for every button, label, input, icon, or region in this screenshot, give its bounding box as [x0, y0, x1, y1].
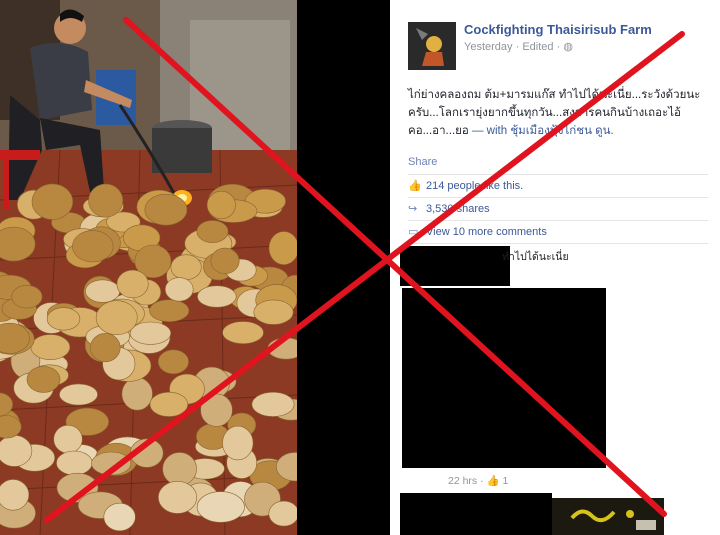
meta-separator: · — [515, 41, 520, 53]
share-arrow-icon: ↪ — [408, 203, 418, 215]
redacted-next-comment — [400, 493, 552, 535]
share-link[interactable]: Share — [408, 156, 437, 168]
post-photo[interactable] — [0, 0, 297, 535]
comment-meta: 22 hrs · 👍 1 — [448, 475, 509, 487]
roasted-chickens — [0, 183, 297, 532]
globe-icon: ◍ — [563, 41, 573, 53]
comment-like-count: 1 — [502, 475, 509, 487]
post-time[interactable]: Yesterday — [464, 41, 513, 53]
post-meta: Yesterday · Edited · ◍ — [464, 40, 573, 53]
shares-count[interactable]: 3,530 shares — [426, 203, 490, 215]
edited-label[interactable]: Edited — [522, 41, 553, 53]
comment-time[interactable]: 22 hrs — [448, 475, 477, 487]
meta-separator-2: · — [556, 41, 561, 53]
likes-row[interactable]: 👍 214 people like this. — [408, 177, 708, 195]
divider — [408, 174, 708, 175]
redacted-comment-image — [402, 288, 606, 468]
likes-count[interactable]: 214 people like this. — [426, 180, 523, 192]
thumbs-up-icon: 👍 — [408, 180, 422, 192]
black-band — [297, 0, 390, 535]
comment-text: ทำไปได้นะเนี่ย — [502, 251, 569, 263]
view-more-comments-link[interactable]: View 10 more comments — [426, 226, 547, 238]
divider — [408, 243, 708, 244]
page-name-link[interactable]: Cockfighting Thaisirisub Farm — [464, 22, 652, 37]
post-text: ไก่ย่างคลองถม ต้ม+มารมแก๊ส ทำไปได้นะเนี่… — [408, 86, 708, 140]
tagged-link[interactable]: ชุ้มเมืองฟุ้งไก่ชน ดูน. — [510, 125, 613, 137]
next-comment-image — [552, 498, 664, 535]
shares-row[interactable]: ↪ 3,530 shares — [408, 200, 708, 218]
comment-like-icon[interactable]: 👍 — [487, 475, 500, 487]
with-label: — with — [471, 125, 508, 137]
facebook-post: Cockfighting Thaisirisub Farm Yesterday … — [390, 0, 720, 535]
redacted-commenter-name — [400, 246, 510, 286]
divider — [408, 197, 708, 198]
page-avatar[interactable] — [408, 22, 456, 70]
view-comments-row[interactable]: ▭ View 10 more comments — [408, 223, 708, 241]
comment-icon: ▭ — [408, 226, 419, 238]
divider — [408, 220, 708, 221]
